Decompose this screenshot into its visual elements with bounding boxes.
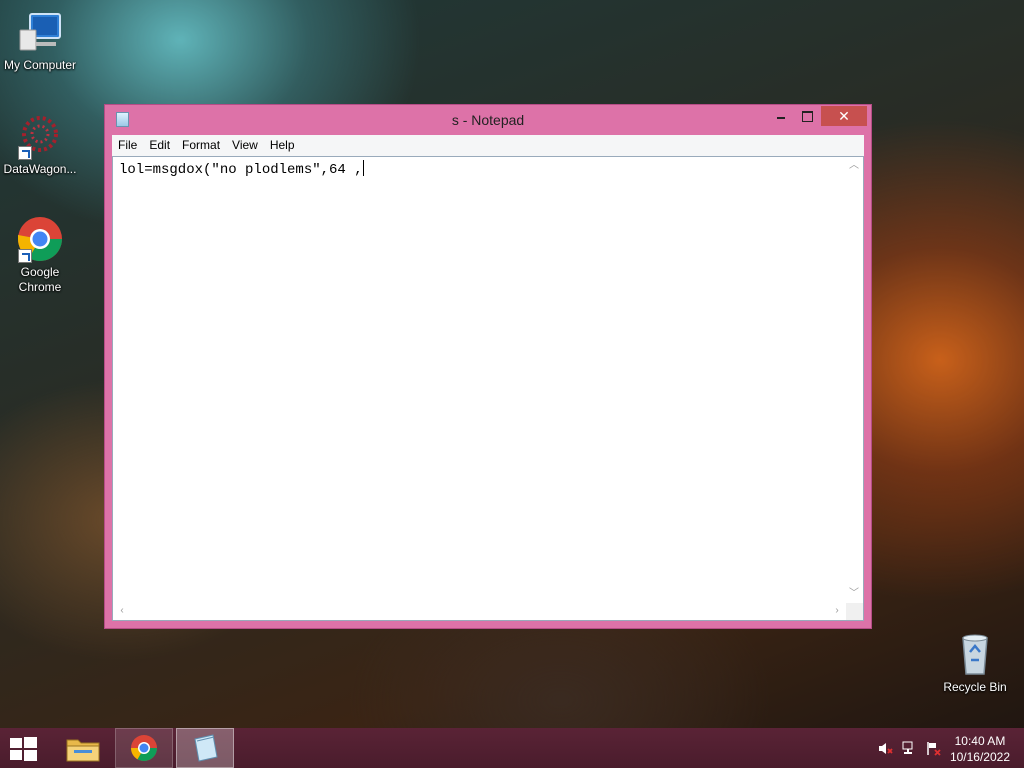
clock-date: 10/16/2022	[949, 750, 1010, 764]
taskbar-notepad[interactable]	[176, 728, 234, 768]
network-icon[interactable]	[902, 741, 917, 756]
menu-view[interactable]: View	[226, 135, 264, 156]
desktop-icon-google-chrome[interactable]: Google Chrome	[0, 215, 80, 295]
desktop-icon-label: DataWagon...	[3, 162, 77, 176]
menu-edit[interactable]: Edit	[143, 135, 176, 156]
desktop-icon-datawagon[interactable]: DataWagon...	[0, 112, 80, 177]
start-icon[interactable]	[10, 737, 38, 761]
clock-time: 10:40 AM	[954, 734, 1006, 748]
horizontal-scrollbar[interactable]: ‹ ›	[113, 603, 846, 620]
datawagon-icon	[16, 112, 64, 160]
menu-format[interactable]: Format	[176, 135, 226, 156]
taskbar-chrome[interactable]	[115, 728, 173, 768]
action-center-flag-icon[interactable]	[926, 741, 941, 756]
file-explorer-icon	[66, 739, 100, 762]
text-editor[interactable]: lol=msgdox("no plodlems",64 , ︿ ﹀ ‹ ›	[112, 156, 864, 621]
minimize-button[interactable]	[768, 106, 794, 126]
taskbar: 10:40 AM 10/16/2022	[0, 728, 1024, 768]
system-tray: 10:40 AM 10/16/2022	[864, 728, 1024, 768]
desktop-icon-label: Recycle Bin	[943, 680, 1007, 694]
text-caret	[362, 160, 364, 176]
desktop-icon-label: Google Chrome	[18, 265, 62, 294]
close-button[interactable]: ✕	[821, 106, 867, 126]
scroll-left-icon[interactable]: ‹	[116, 605, 128, 617]
desktop-icon-my-computer[interactable]: My Computer	[0, 8, 80, 73]
scroll-down-icon[interactable]: ﹀	[848, 588, 860, 600]
scroll-right-icon[interactable]: ›	[831, 605, 843, 617]
chrome-icon	[16, 215, 64, 263]
notepad-icon	[194, 734, 218, 762]
taskbar-file-explorer[interactable]	[54, 728, 112, 768]
chrome-icon	[130, 735, 158, 762]
editor-text-area[interactable]: lol=msgdox("no plodlems",64 ,	[119, 160, 843, 178]
desktop-icon-label: My Computer	[3, 58, 77, 72]
menu-help[interactable]: Help	[264, 135, 301, 156]
resize-grip[interactable]	[846, 603, 863, 620]
maximize-button[interactable]	[794, 106, 820, 126]
window-title: s - Notepad	[451, 112, 525, 128]
notepad-window[interactable]: s - Notepad ✕ File Edit Format View Help lol…	[104, 104, 872, 629]
computer-icon	[16, 8, 64, 56]
volume-muted-icon[interactable]	[878, 741, 893, 756]
menu-file[interactable]: File	[112, 135, 143, 156]
menu-bar: File Edit Format View Help	[112, 135, 864, 156]
shortcut-arrow-icon	[18, 249, 32, 263]
title-bar[interactable]: s - Notepad ✕	[105, 105, 871, 135]
shortcut-arrow-icon	[18, 146, 32, 160]
scroll-up-icon[interactable]: ︿	[848, 160, 860, 172]
recycle-bin-icon	[951, 630, 999, 678]
clock[interactable]: 10:40 AM 10/16/2022	[950, 733, 1010, 765]
editor-content: lol=msgdox("no plodlems",64 ,	[119, 162, 363, 178]
vertical-scrollbar[interactable]: ︿ ﹀	[846, 157, 863, 603]
desktop-icon-recycle-bin[interactable]: Recycle Bin	[935, 630, 1015, 695]
